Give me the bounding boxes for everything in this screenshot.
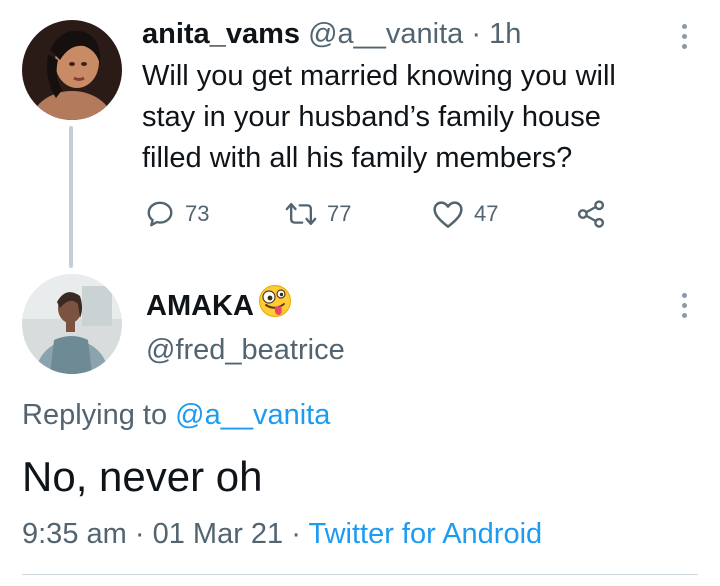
retweet-icon (285, 199, 317, 229)
like-icon (432, 199, 464, 229)
divider (22, 574, 698, 575)
reply-author-display-name[interactable]: AMAKA (146, 284, 292, 327)
tweet-header: anita_vams @a__vanita · 1h (142, 16, 521, 52)
replying-to-mention-link[interactable]: @a__vanita (175, 399, 330, 431)
tweet-text-line: filled with all his family members? (142, 142, 573, 174)
like-button[interactable]: 47 (432, 198, 498, 230)
reply-tweet-text: No, never oh (22, 453, 263, 500)
retweet-count: 77 (327, 201, 352, 226)
meta-separator: · (291, 518, 301, 550)
reply-button[interactable]: 73 (145, 198, 209, 230)
tweet-timestamp[interactable]: 1h (489, 18, 521, 50)
reply-display-name-text: AMAKA (146, 289, 254, 322)
share-icon (575, 199, 607, 229)
avatar-anita-vams[interactable] (22, 20, 122, 120)
reply-author-handle[interactable]: @fred_beatrice (146, 332, 345, 368)
tweet-text-line: Will you get married knowing you will (142, 60, 616, 92)
meta-separator: · (134, 518, 145, 550)
share-button[interactable] (575, 198, 607, 230)
tweet-text-line: stay in your husband’s family house (142, 101, 601, 133)
author-display-name[interactable]: anita_vams (142, 18, 300, 50)
reply-count: 73 (185, 201, 210, 226)
replying-to-label: Replying to (22, 399, 168, 431)
more-options-icon[interactable] (679, 293, 689, 318)
replying-to-line: Replying to @a__vanita (22, 397, 330, 433)
thread-connector-line (69, 126, 73, 268)
author-handle[interactable]: @a__vanita (308, 18, 463, 50)
retweet-button[interactable]: 77 (285, 198, 351, 230)
tweet-date[interactable]: 01 Mar 21 (153, 518, 284, 550)
meta-separator: · (471, 18, 482, 50)
more-options-icon[interactable] (679, 24, 689, 49)
tweet-source-link[interactable]: Twitter for Android (308, 518, 542, 550)
avatar-amaka[interactable] (22, 274, 122, 374)
reply-icon (145, 199, 175, 229)
tweet-time[interactable]: 9:35 am (22, 518, 127, 550)
tweet-text: Will you get married knowing you will st… (142, 56, 682, 179)
tweet-metadata: 9:35 am · 01 Mar 21 · Twitter for Androi… (22, 516, 542, 552)
like-count: 47 (474, 201, 499, 226)
zany-face-emoji-icon (258, 284, 292, 327)
